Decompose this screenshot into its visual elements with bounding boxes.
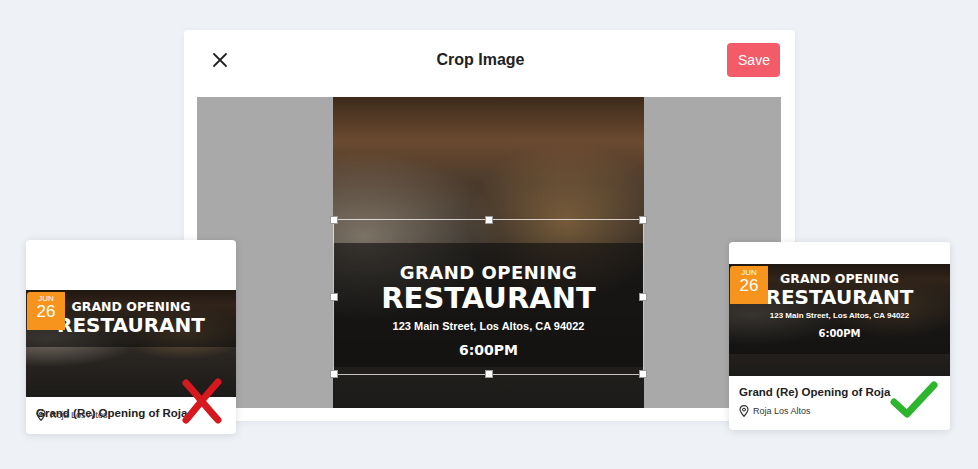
crop-handle[interactable] (639, 370, 647, 378)
crop-canvas: GRAND OPENINGRESTAURANT 123 Main Street, … (197, 97, 781, 408)
correct-mark (890, 380, 938, 420)
card-flyer-address: 123 Main Street, Los Altos, CA 94022 (731, 310, 948, 322)
flyer-text-band: GRAND OPENINGRESTAURANT 123 Main Street, … (333, 243, 644, 367)
save-button[interactable]: Save (727, 43, 780, 77)
flyer-image: GRAND OPENINGRESTAURANT 123 Main Street, … (333, 97, 644, 408)
close-icon (213, 53, 227, 67)
crop-frame[interactable] (333, 219, 644, 375)
event-card[interactable]: GRAND OPENINGRESTAURANT123 Main Street, … (729, 242, 950, 430)
flyer-name: RESTAURANT (337, 283, 640, 315)
event-card[interactable]: GRAND OPENINGRESTAURANTJUN26Grand (Re) O… (26, 240, 236, 434)
card-image: GRAND OPENINGRESTAURANT123 Main Street, … (729, 264, 950, 376)
location-name: Roja Los Altos (753, 405, 811, 419)
date-month: JUN (27, 295, 65, 303)
crop-handle[interactable] (485, 370, 493, 378)
date-badge: JUN26 (730, 266, 768, 304)
crop-handle[interactable] (330, 293, 338, 301)
crop-handle[interactable] (330, 370, 338, 378)
cross-icon (180, 378, 224, 424)
close-button[interactable] (206, 46, 234, 74)
location-pin-icon (739, 405, 749, 417)
wrong-mark (180, 378, 224, 424)
date-day: 26 (730, 277, 768, 296)
location-name: Roja Los Altos (50, 409, 108, 423)
crop-handle[interactable] (639, 293, 647, 301)
crop-modal: Crop Image Save GRAND OPENINGRESTAURANT 123… (184, 30, 795, 421)
crop-handle[interactable] (485, 216, 493, 224)
location-pin-icon (36, 409, 46, 421)
card-image: GRAND OPENINGRESTAURANTJUN26 (26, 290, 236, 397)
date-day: 26 (27, 303, 65, 322)
crop-handle[interactable] (639, 216, 647, 224)
event-title: Grand (Re) Opening of Roja (739, 384, 940, 401)
card-flyer-time: 6:00PM (731, 326, 948, 341)
modal-title: Crop Image (436, 50, 524, 69)
date-badge: JUN26 (27, 292, 65, 330)
check-icon (890, 380, 938, 420)
flyer-heading: GRAND OPENING (337, 263, 640, 283)
crop-handle[interactable] (330, 216, 338, 224)
modal-header: Crop Image Save (184, 30, 795, 90)
event-location: Roja Los Altos (739, 405, 811, 419)
event-location: Roja Los Altos (36, 409, 108, 423)
flyer-time: 6:00PM (337, 340, 640, 361)
date-month: JUN (730, 269, 768, 277)
flyer-address: 123 Main Street, Los Altos, CA 94022 (337, 318, 640, 335)
